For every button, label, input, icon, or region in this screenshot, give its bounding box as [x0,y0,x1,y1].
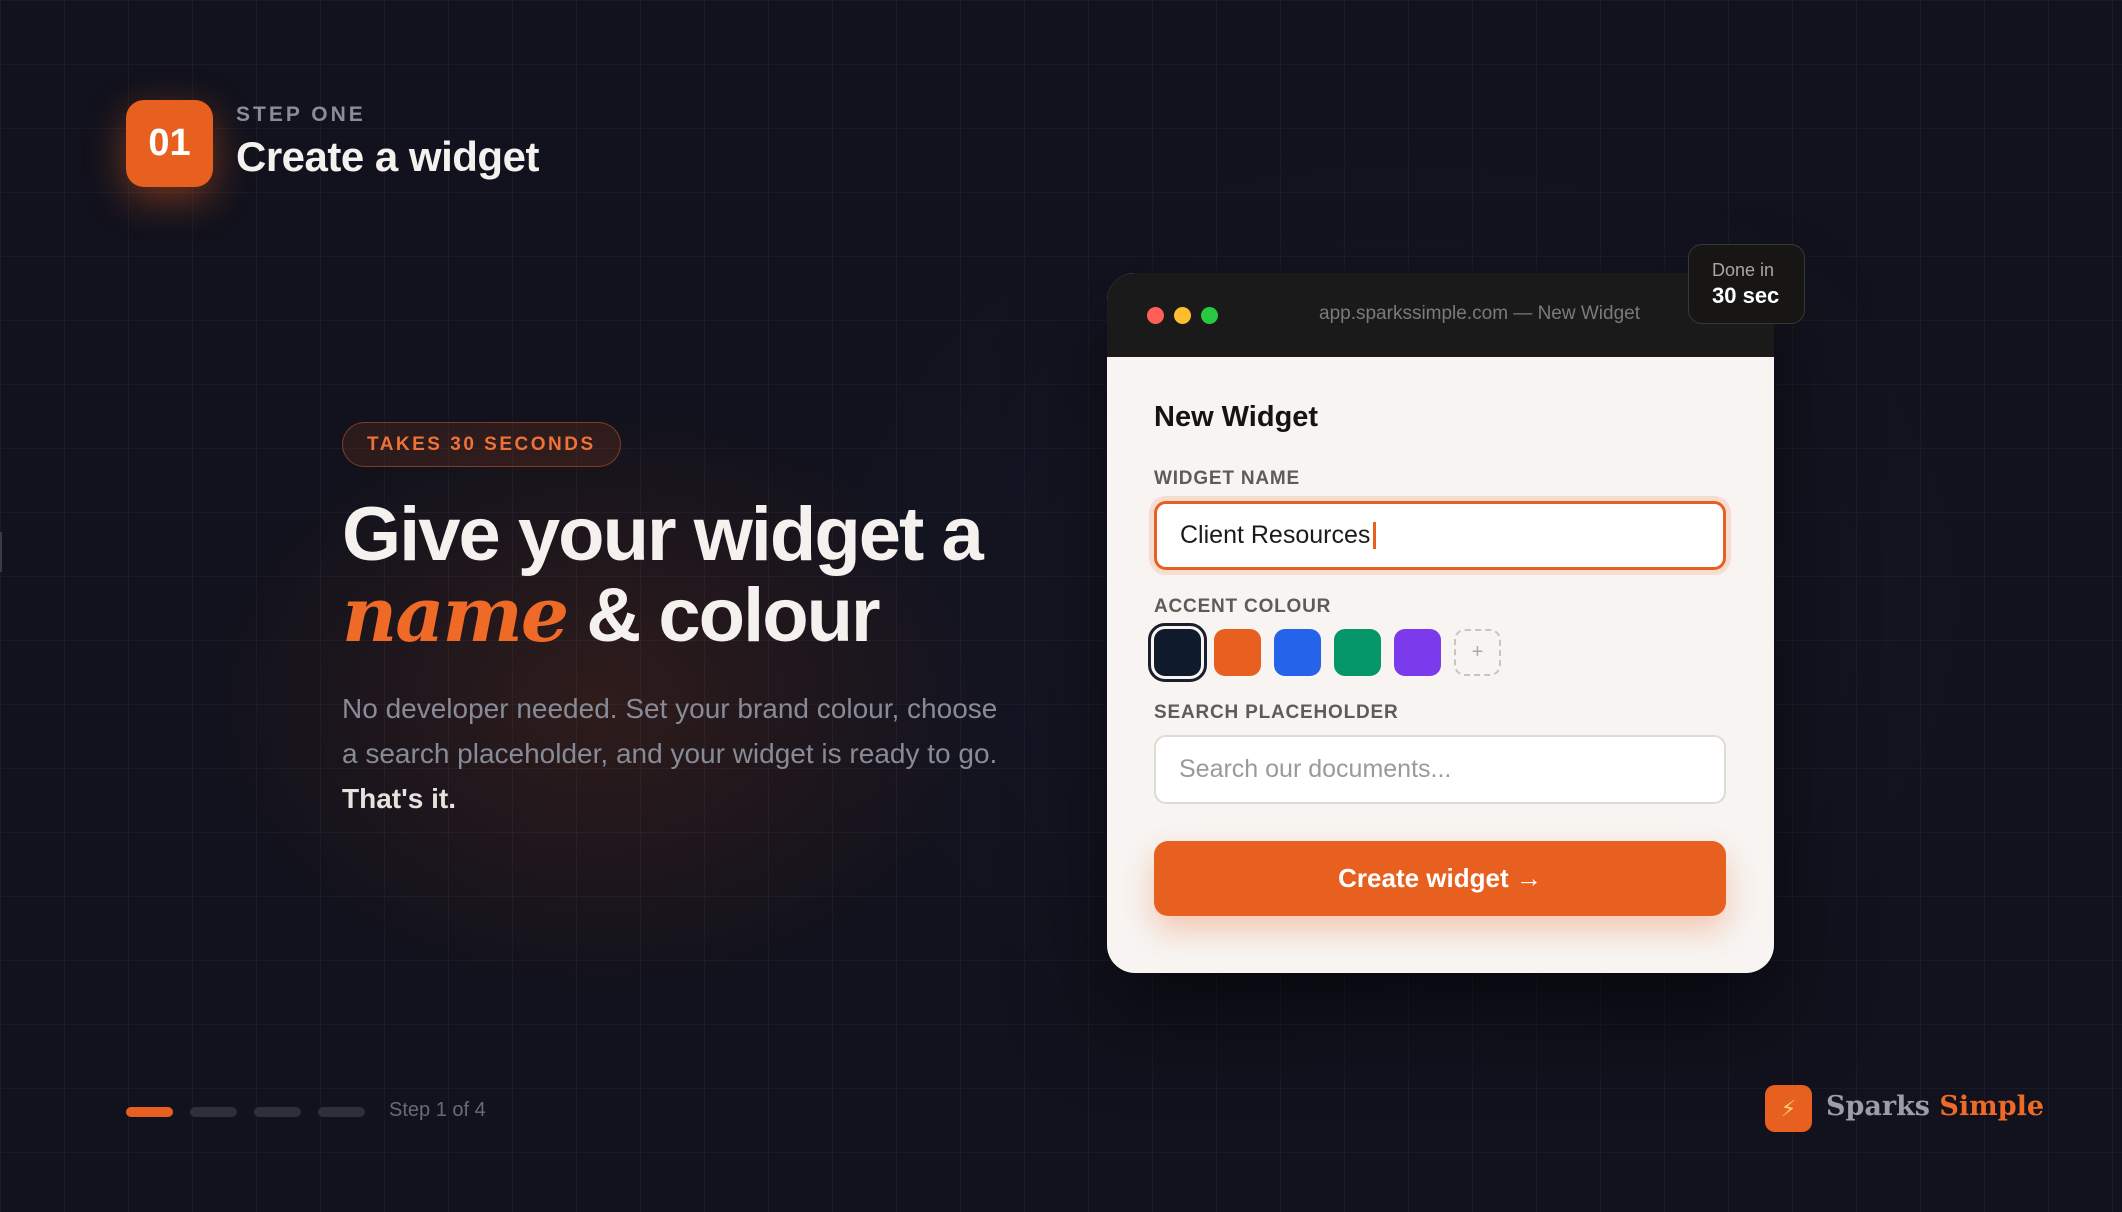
slide: 01 STEP ONE Create a widget TAKES 30 SEC… [0,0,2122,1212]
progress-label: Step 1 of 4 [389,1099,486,1121]
close-dot-icon[interactable] [1147,307,1164,324]
minimize-dot-icon[interactable] [1174,307,1191,324]
body-emphasis: That's it. [342,783,456,814]
swatch-navy[interactable] [1148,623,1207,682]
brand-name-part-1: Sparks [1826,1091,1931,1122]
edge-marker [0,532,2,572]
form-title: New Widget [1154,401,1319,433]
swatch-blue[interactable] [1274,629,1321,676]
window-url: app.sparkssimple.com — New Widget [1319,303,1640,324]
progress-segment[interactable] [254,1107,301,1117]
create-widget-button[interactable]: Create widget → [1154,841,1726,916]
step-kicker: STEP ONE [236,103,366,126]
search-placeholder-label: SEARCH PLACEHOLDER [1154,702,1399,723]
body-text: No developer needed. Set your brand colo… [342,693,998,769]
maximize-dot-icon[interactable] [1201,307,1218,324]
swatch-green[interactable] [1334,629,1381,676]
done-chip-label: Done in [1712,260,1775,280]
progress-segment[interactable] [318,1107,365,1117]
window-titlebar: app.sparkssimple.com — New Widget [1107,273,1774,357]
progress-segment[interactable] [126,1107,173,1117]
new-widget-form: New Widget WIDGET NAME Client Resources … [1107,357,1774,916]
search-placeholder-input[interactable]: Search our documents... [1154,735,1726,804]
widget-name-input[interactable]: Client Resources [1154,501,1726,570]
swatch-purple[interactable] [1394,629,1441,676]
headline: Give your widget a name & colour [342,495,1062,656]
widget-name-value: Client Resources [1180,521,1371,549]
headline-accent: name [342,570,569,659]
headline-line-1: Give your widget a [342,492,984,577]
step-progress [126,1107,365,1117]
accent-swatches: + [1148,623,1727,682]
brand-name-part-2: Simple [1939,1091,2045,1122]
progress-segment[interactable] [190,1107,237,1117]
lightning-icon: ⚡ [1765,1085,1812,1132]
text-caret [1373,522,1377,549]
app-window: app.sparkssimple.com — New Widget New Wi… [1107,273,1774,973]
step-title: Create a widget [236,133,539,180]
accent-colour-label: ACCENT COLOUR [1154,596,1332,617]
step-number-badge: 01 [126,100,213,187]
widget-name-label: WIDGET NAME [1154,468,1301,489]
done-time-chip: Done in 30 sec [1688,244,1805,324]
body-copy: No developer needed. Set your brand colo… [342,686,1002,821]
done-chip-value: 30 sec [1712,283,1780,308]
brand-wordmark: Sparks Simple [1826,1091,2044,1122]
duration-pill: TAKES 30 SECONDS [342,422,621,467]
headline-line-2: & colour [567,573,880,658]
swatch-orange[interactable] [1214,629,1261,676]
add-swatch-button[interactable]: + [1454,629,1501,676]
